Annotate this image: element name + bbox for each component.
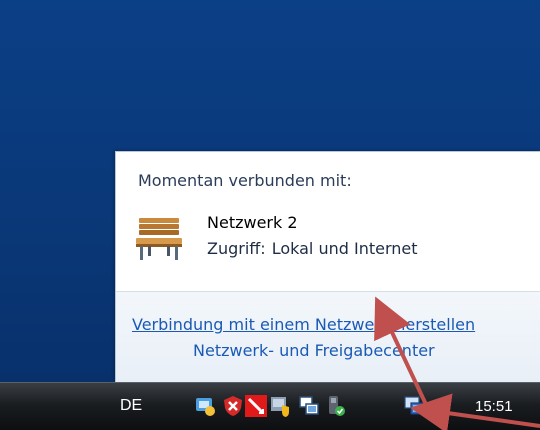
- network-wizard-icon[interactable]: [194, 395, 216, 417]
- network-name: Netzwerk 2: [207, 213, 298, 232]
- connect-to-network-link[interactable]: Verbindung mit einem Netzwerk herstellen: [132, 315, 475, 334]
- network-flyout: Momentan verbunden mit: Netzwerk 2 Zugri…: [115, 151, 540, 384]
- trusted-device-icon[interactable]: [270, 395, 292, 417]
- access-label: Zugriff:: [207, 239, 266, 258]
- network-status-icon[interactable]: [404, 395, 426, 417]
- taskbar: DE 15:51: [0, 382, 540, 430]
- red-warning-icon[interactable]: [245, 395, 267, 417]
- flyout-footer: Verbindung mit einem Netzwerk herstellen…: [116, 291, 540, 384]
- security-shield-icon[interactable]: [222, 395, 244, 417]
- clock[interactable]: 15:51: [475, 398, 513, 415]
- bench-network-icon: [136, 218, 182, 260]
- access-value: Lokal und Internet: [271, 239, 418, 258]
- connected-heading: Momentan verbunden mit:: [138, 171, 352, 190]
- network-share-icon[interactable]: [298, 395, 320, 417]
- power-device-icon[interactable]: [324, 395, 346, 417]
- volume-icon[interactable]: [431, 395, 453, 417]
- network-access: Zugriff: Lokal und Internet: [207, 239, 418, 258]
- language-indicator[interactable]: DE: [120, 397, 142, 415]
- network-sharing-center-link[interactable]: Netzwerk- und Freigabecenter: [193, 341, 435, 360]
